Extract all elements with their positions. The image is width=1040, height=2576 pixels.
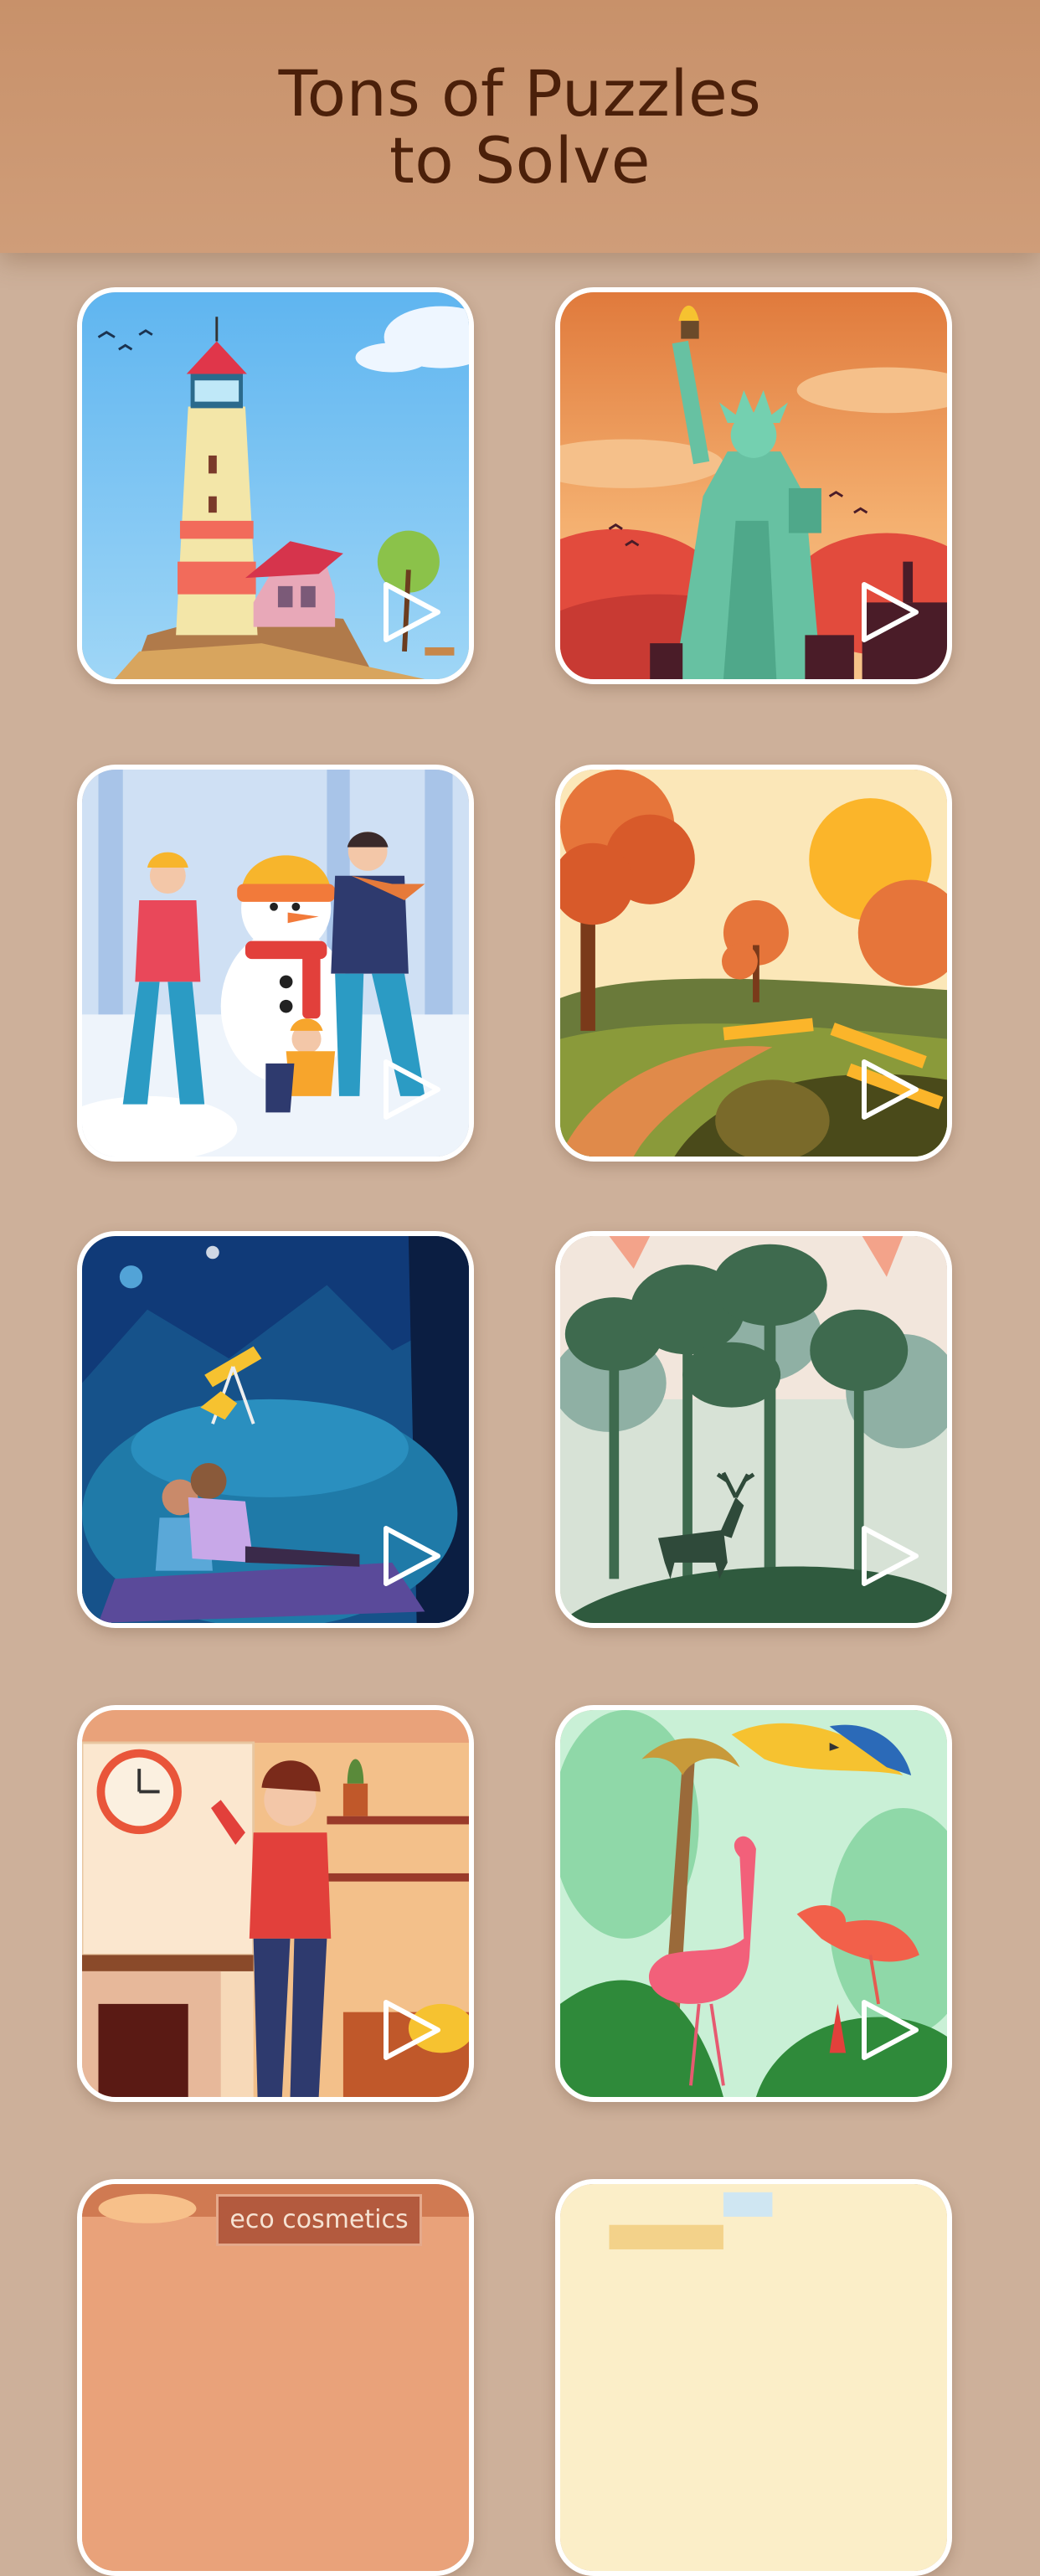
header: Tons of Puzzles to Solve [0,0,1040,253]
puzzle-card-lighthouse[interactable] [77,287,474,684]
page-title: Tons of Puzzles to Solve [278,56,762,198]
puzzle-card-stargazing-night[interactable] [77,1231,474,1628]
play-icon[interactable] [381,580,443,645]
play-icon[interactable] [859,1057,921,1122]
play-icon[interactable] [859,1997,921,2063]
puzzle-card-snowman-family[interactable] [77,765,474,1162]
puzzle-card-cream-interior[interactable] [555,2179,952,2576]
play-icon[interactable] [859,1523,921,1589]
shop-sign: eco cosmetics [216,2194,422,2246]
play-icon[interactable] [859,580,921,645]
puzzle-card-eco-cosmetics-shop[interactable]: eco cosmetics [77,2179,474,2576]
puzzle-card-tropical-birds[interactable] [555,1705,952,2102]
play-icon[interactable] [381,1523,443,1589]
puzzle-card-woman-at-home[interactable] [77,1705,474,2102]
puzzle-card-forest-deer[interactable] [555,1231,952,1628]
puzzle-card-statue-of-liberty[interactable] [555,287,952,684]
play-icon[interactable] [381,1057,443,1122]
puzzle-card-autumn-field[interactable] [555,765,952,1162]
play-icon[interactable] [381,1997,443,2063]
cream-interior-illustration [560,2184,947,2571]
